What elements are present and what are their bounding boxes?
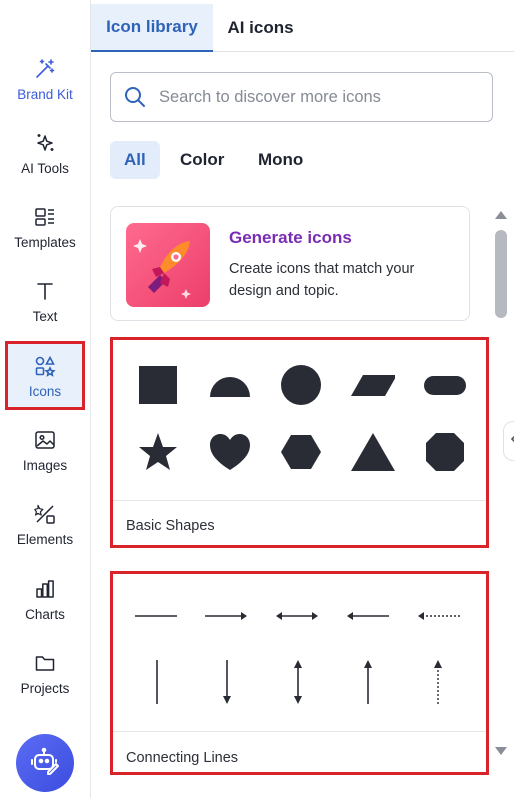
heart-icon[interactable] [208, 430, 252, 474]
left-sidebar: Brand Kit AI Tools Templates Text Icons … [0, 0, 91, 798]
tab-bar: Icon library AI icons [91, 4, 514, 52]
sidebar-item-label: Templates [14, 235, 76, 250]
tab-icon-library[interactable]: Icon library [91, 4, 213, 52]
double-arrow-icon[interactable] [274, 609, 320, 628]
elements-icon [32, 501, 58, 527]
search-icon [123, 85, 147, 109]
card-divider [113, 500, 486, 501]
sparkles-icon [32, 130, 58, 156]
search-box [110, 72, 493, 122]
category-card-basic-shapes[interactable]: Basic Shapes [110, 337, 489, 548]
folder-icon [32, 650, 58, 676]
collapse-panel-button[interactable] [503, 421, 514, 461]
search-input[interactable] [159, 87, 479, 107]
filter-all[interactable]: All [110, 141, 160, 179]
right-arrow-icon[interactable] [203, 609, 249, 628]
tab-ai-icons[interactable]: AI icons [213, 4, 308, 52]
square-icon[interactable] [136, 363, 180, 407]
generate-card-title: Generate icons [229, 228, 352, 247]
filter-mono[interactable]: Mono [244, 141, 317, 179]
pill-icon[interactable] [423, 363, 467, 407]
scroll-up-arrow-icon[interactable] [494, 208, 508, 222]
card-divider [113, 731, 486, 732]
magic-wand-icon [32, 56, 58, 82]
sidebar-item-label: Elements [16, 532, 74, 547]
category-card-connecting-lines[interactable]: Connecting Lines [110, 571, 489, 775]
sidebar-item-ai-tools[interactable]: AI Tools [0, 118, 90, 188]
image-icon [32, 427, 58, 453]
templates-icon [32, 204, 58, 230]
rocket-icon [126, 223, 210, 307]
vertical-double-arrow-icon[interactable] [291, 658, 305, 711]
hexagon-icon[interactable] [279, 430, 323, 474]
sidebar-item-elements[interactable]: Elements [0, 489, 90, 559]
triangle-icon[interactable] [351, 430, 395, 474]
left-arrow-icon[interactable] [345, 609, 391, 628]
scrollbar-thumb[interactable] [495, 230, 507, 318]
vertical-line-icon[interactable] [150, 658, 164, 711]
robot-assistant-icon [30, 746, 60, 781]
bar-chart-icon [32, 576, 58, 602]
scroll-down-arrow-icon[interactable] [494, 744, 508, 758]
octagon-icon[interactable] [423, 430, 467, 474]
up-arrow-icon[interactable] [361, 658, 375, 711]
generate-card-description: Create icons that match your design and … [229, 261, 415, 299]
filter-color[interactable]: Color [166, 141, 238, 179]
sidebar-item-charts[interactable]: Charts [0, 564, 90, 634]
sidebar-item-label: Images [22, 458, 68, 473]
dotted-up-arrow-icon[interactable] [431, 658, 445, 711]
sidebar-item-projects[interactable]: Projects [0, 638, 90, 708]
horizontal-line-icon[interactable] [133, 609, 179, 628]
sidebar-item-label: AI Tools [21, 161, 69, 176]
highlight-box [5, 341, 85, 410]
sidebar-item-brand-kit[interactable]: Brand Kit [0, 44, 90, 114]
parallelogram-icon[interactable] [351, 363, 395, 407]
circle-icon[interactable] [279, 363, 323, 407]
sidebar-item-images[interactable]: Images [0, 415, 90, 485]
sidebar-item-label: Brand Kit [17, 87, 73, 102]
text-icon [32, 278, 58, 304]
dotted-left-arrow-icon[interactable] [416, 609, 462, 628]
chevron-left-icon [510, 432, 514, 450]
category-name: Connecting Lines [126, 750, 239, 766]
sidebar-item-label: Projects [20, 681, 70, 696]
sidebar-item-label: Text [32, 309, 58, 324]
half-circle-icon[interactable] [208, 363, 252, 407]
ai-assistant-button[interactable] [16, 734, 74, 792]
sidebar-item-templates[interactable]: Templates [0, 192, 90, 262]
down-arrow-icon[interactable] [220, 658, 234, 711]
generate-icons-card[interactable]: Generate icons Create icons that match y… [110, 206, 470, 321]
sidebar-item-text[interactable]: Text [0, 266, 90, 336]
category-name: Basic Shapes [126, 518, 215, 534]
sidebar-item-label: Charts [25, 607, 65, 622]
star-icon[interactable] [136, 430, 180, 474]
